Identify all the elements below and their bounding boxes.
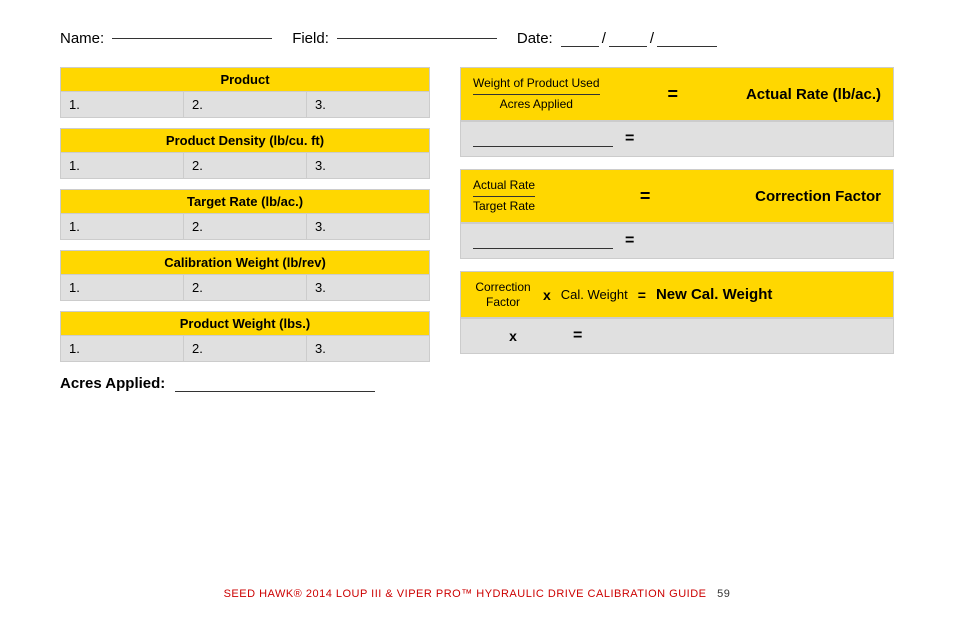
right-column: Weight of Product Used Acres Applied = A… <box>460 67 894 362</box>
correction-factor-denominator: Target Rate <box>473 197 535 215</box>
actual-rate-numerator: Weight of Product Used <box>473 76 600 95</box>
new-cal-formula: Correction Factor x Cal. Weight = New Ca… <box>460 271 894 318</box>
correction-factor-equals: = <box>640 186 651 207</box>
cal-weight-col2: 2. <box>184 275 307 301</box>
actual-rate-label: Actual Rate (lb/ac.) <box>746 86 881 103</box>
product-density-header: Product Density (lb/cu. ft) <box>61 129 430 153</box>
cal-weight-col3: 3. <box>307 275 430 301</box>
acres-applied-line <box>175 374 375 392</box>
density-col3: 3. <box>307 153 430 179</box>
footer: SEED HAWK® 2014 LOUP III & VIPER PRO™ HY… <box>0 588 954 600</box>
product-col2: 2. <box>184 92 307 118</box>
correction-factor-result-row: = <box>460 223 894 259</box>
actual-rate-denominator: Acres Applied <box>500 95 573 113</box>
cal-weight-col1: 1. <box>61 275 184 301</box>
actual-rate-result-row: = <box>460 121 894 157</box>
prod-weight-col3: 3. <box>307 336 430 362</box>
name-label: Name: <box>60 30 104 47</box>
date-day <box>609 31 647 47</box>
actual-rate-result-equals: = <box>625 130 634 148</box>
new-cal-prefix: Correction Factor <box>473 280 533 309</box>
target-col2: 2. <box>184 214 307 240</box>
target-col1: 1. <box>61 214 184 240</box>
correction-factor-fraction: Actual Rate Target Rate <box>473 178 535 214</box>
product-header: Product <box>61 68 430 92</box>
new-cal-middle: Cal. Weight <box>561 287 628 302</box>
product-section: Product 1. 2. 3. <box>60 67 430 118</box>
actual-rate-fraction: Weight of Product Used Acres Applied <box>473 76 600 112</box>
footer-text: SEED HAWK® 2014 LOUP III & VIPER PRO™ HY… <box>224 588 707 600</box>
date-year <box>657 31 717 47</box>
correction-factor-label: Correction Factor <box>755 188 881 205</box>
prod-weight-col1: 1. <box>61 336 184 362</box>
name-line <box>112 38 272 39</box>
product-weight-header: Product Weight (lbs.) <box>61 312 430 336</box>
correction-factor-result-line <box>473 233 613 249</box>
correction-factor-result-equals: = <box>625 232 634 250</box>
new-cal-weight-box: Correction Factor x Cal. Weight = New Ca… <box>460 271 894 354</box>
correction-factor-numerator: Actual Rate <box>473 178 535 197</box>
calibration-weight-section: Calibration Weight (lb/rev) 1. 2. 3. <box>60 250 430 301</box>
actual-rate-formula: Weight of Product Used Acres Applied = A… <box>460 67 894 121</box>
new-cal-result-label: New Cal. Weight <box>656 286 772 303</box>
new-cal-x-placeholder: x <box>473 328 553 344</box>
product-weight-section: Product Weight (lbs.) 1. 2. 3. <box>60 311 430 362</box>
correction-factor-formula: Actual Rate Target Rate = Correction Fac… <box>460 169 894 223</box>
target-rate-section: Target Rate (lb/ac.) 1. 2. 3. <box>60 189 430 240</box>
actual-rate-result-line <box>473 131 613 147</box>
left-column: Product 1. 2. 3. Product Density (lb/cu.… <box>60 67 430 362</box>
product-col3: 3. <box>307 92 430 118</box>
acres-applied-label: Acres Applied: <box>60 375 165 392</box>
product-col1: 1. <box>61 92 184 118</box>
target-rate-header: Target Rate (lb/ac.) <box>61 190 430 214</box>
new-cal-result-equals: = <box>573 327 582 345</box>
main-content: Product 1. 2. 3. Product Density (lb/cu.… <box>60 67 894 362</box>
actual-rate-box: Weight of Product Used Acres Applied = A… <box>460 67 894 157</box>
new-cal-equals-sign: = <box>638 287 646 303</box>
product-density-section: Product Density (lb/cu. ft) 1. 2. 3. <box>60 128 430 179</box>
page: Name: Field: Date: / / Product 1. 2. <box>0 0 954 618</box>
actual-rate-equals: = <box>667 84 678 105</box>
density-col2: 2. <box>184 153 307 179</box>
calibration-weight-header: Calibration Weight (lb/rev) <box>61 251 430 275</box>
new-cal-multiply: x <box>543 287 551 303</box>
new-cal-result-row: x = <box>460 318 894 354</box>
date-fields: / / <box>561 30 717 47</box>
date-label: Date: <box>517 30 553 47</box>
field-label: Field: <box>292 30 329 47</box>
acres-applied-row: Acres Applied: <box>60 374 894 392</box>
correction-factor-box: Actual Rate Target Rate = Correction Fac… <box>460 169 894 259</box>
density-col1: 1. <box>61 153 184 179</box>
prod-weight-col2: 2. <box>184 336 307 362</box>
field-line <box>337 38 497 39</box>
date-month <box>561 31 599 47</box>
header-row: Name: Field: Date: / / <box>60 30 894 47</box>
footer-page: 59 <box>717 588 730 600</box>
target-col3: 3. <box>307 214 430 240</box>
